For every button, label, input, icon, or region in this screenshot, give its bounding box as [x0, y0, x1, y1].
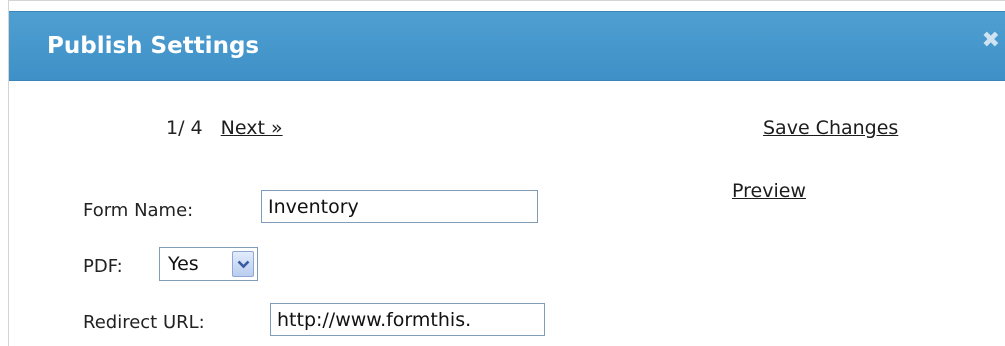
next-page-link[interactable]: Next » [221, 117, 283, 139]
chevron-down-icon[interactable] [232, 251, 254, 277]
dialog-title: Publish Settings [47, 33, 260, 59]
redirect-url-input[interactable] [270, 303, 545, 336]
save-changes-link[interactable]: Save Changes [763, 117, 898, 139]
form-name-input[interactable] [261, 190, 538, 223]
preview-link[interactable]: Preview [732, 180, 806, 202]
pager: 1/ 4 Next » [166, 117, 283, 139]
form-name-label: Form Name: [83, 200, 194, 221]
close-icon[interactable]: ✖ [982, 30, 1000, 52]
publish-settings-dialog: Publish Settings ✖ 1/ 4 Next » Save Chan… [8, 0, 1005, 346]
pdf-select[interactable]: Yes [159, 247, 258, 281]
redirect-url-label: Redirect URL: [83, 312, 205, 333]
pdf-label: PDF: [83, 256, 123, 277]
pdf-selected-value: Yes [168, 253, 199, 275]
dialog-titlebar[interactable]: Publish Settings ✖ [9, 11, 1005, 81]
page-count: 1/ 4 [166, 117, 203, 139]
